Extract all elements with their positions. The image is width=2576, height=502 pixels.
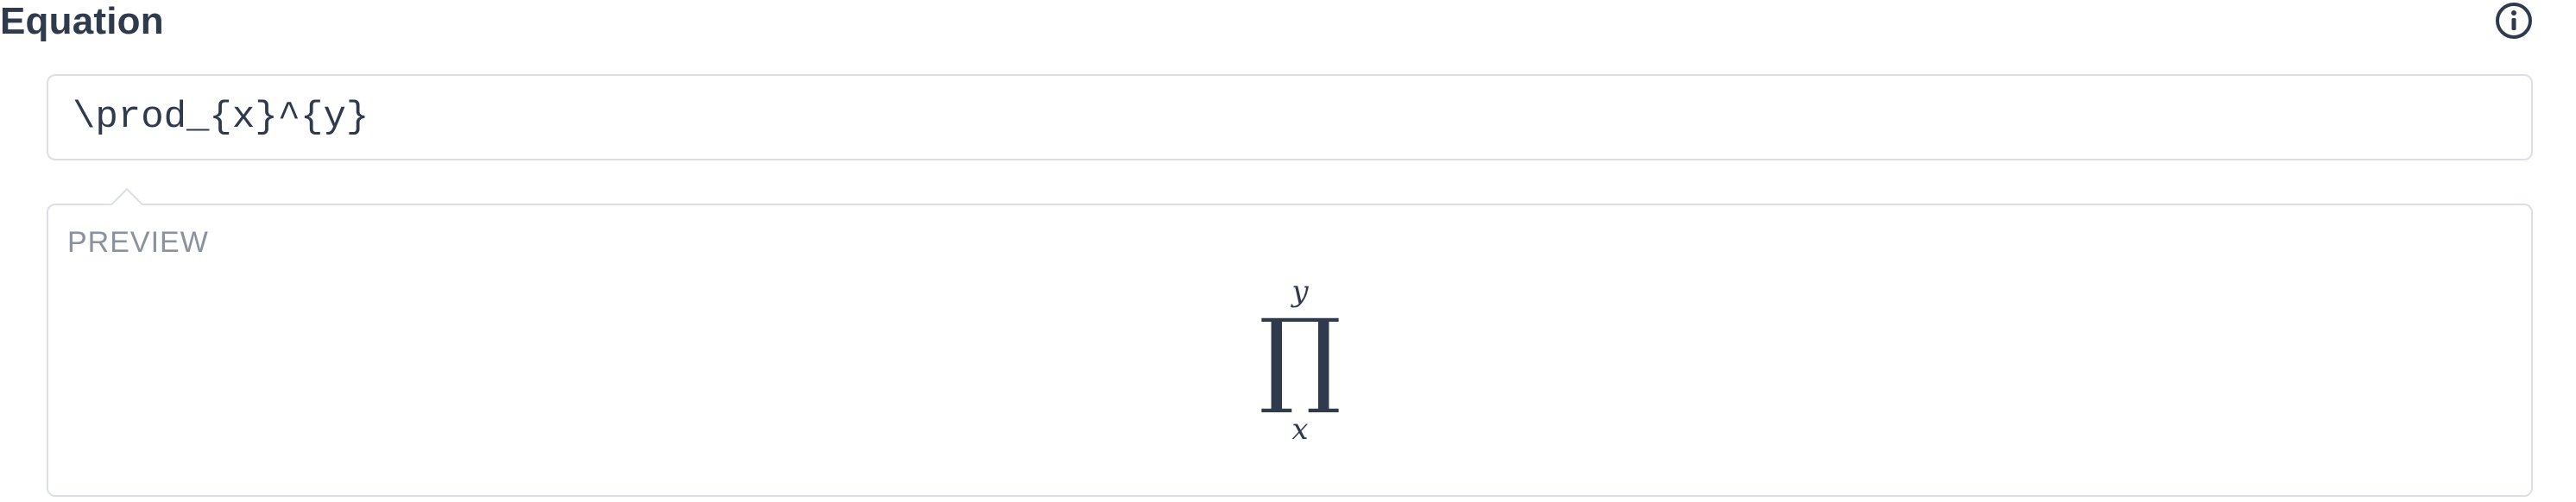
math-subscript: x	[1291, 412, 1309, 447]
product-operator: ∏	[1259, 298, 1342, 417]
section-title: Equation	[0, 0, 164, 42]
equation-input[interactable]	[47, 74, 2533, 160]
preview-pointer	[109, 186, 143, 205]
preview-box: PREVIEW y ∏ x	[47, 204, 2533, 497]
equation-panel: Equation PREVIEW y ∏ x	[0, 0, 2576, 502]
math-preview: y ∏ x	[1240, 274, 1361, 455]
info-circle-icon[interactable]	[2495, 2, 2533, 40]
preview-label: PREVIEW	[67, 226, 209, 259]
